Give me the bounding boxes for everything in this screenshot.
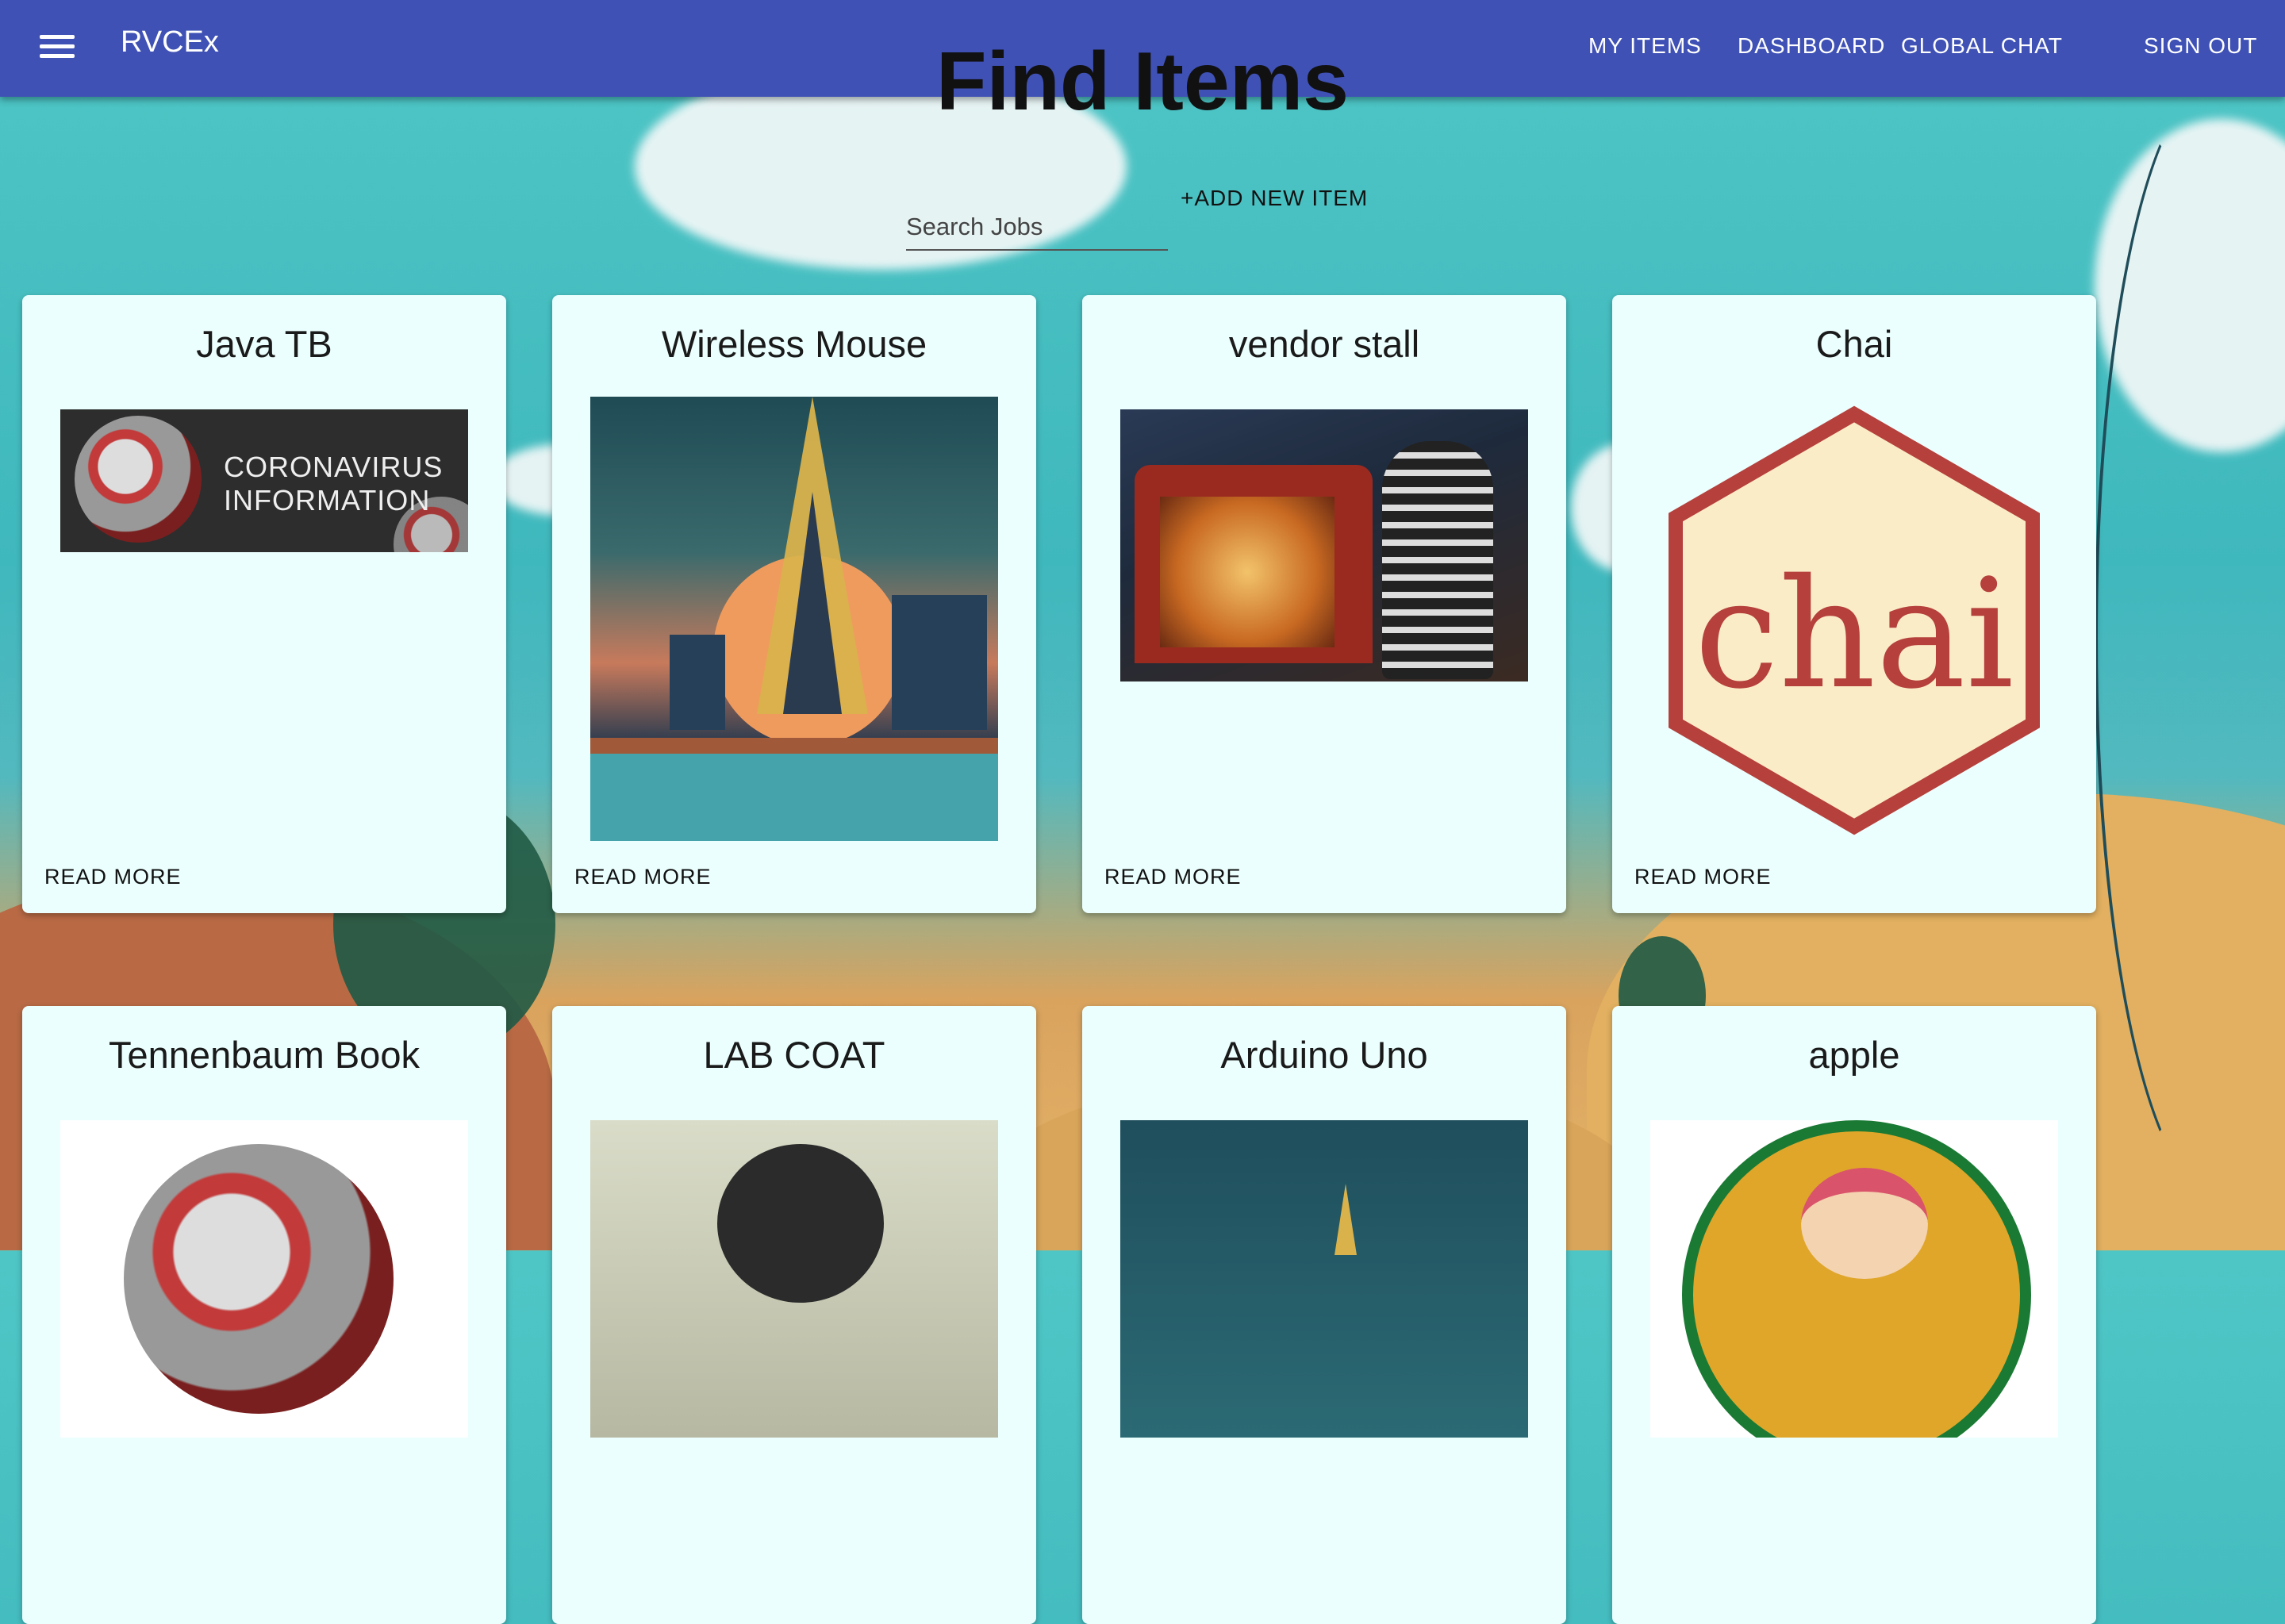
chai-logo-image: chai — [1650, 397, 2058, 841]
lab-coat-image — [590, 1120, 998, 1438]
coronavirus-banner-image: CORONAVIRUS INFORMATION — [60, 409, 468, 552]
virus-image — [60, 1120, 468, 1438]
arduino-image — [1120, 1120, 1528, 1438]
add-new-item-button[interactable]: +ADD NEW ITEM — [1181, 186, 1368, 211]
card-title: Chai — [1815, 323, 1893, 365]
chai-logo-text: chai — [1695, 547, 2014, 722]
read-more-button[interactable]: READ MORE — [574, 865, 712, 889]
card-title: Wireless Mouse — [661, 323, 927, 365]
apple-badge-image — [1650, 1120, 2058, 1438]
item-card-java-tb: Java TB CORONAVIRUS INFORMATION READ MOR… — [22, 295, 506, 913]
card-title: apple — [1808, 1034, 1900, 1076]
read-more-button[interactable]: READ MORE — [44, 865, 182, 889]
card-title: LAB COAT — [703, 1034, 885, 1076]
item-card-lab-coat: LAB COAT — [552, 1006, 1036, 1624]
item-card-wireless-mouse: Wireless Mouse READ MORE — [552, 295, 1036, 913]
item-card-apple: apple — [1612, 1006, 2096, 1624]
card-title: vendor stall — [1228, 323, 1420, 365]
banner-text-line: INFORMATION — [224, 484, 431, 516]
read-more-button[interactable]: READ MORE — [1104, 865, 1242, 889]
banner-text-line: CORONAVIRUS — [224, 451, 444, 483]
search-input[interactable] — [906, 205, 1168, 251]
card-title: Arduino Uno — [1220, 1034, 1428, 1076]
card-title: Java TB — [196, 323, 332, 365]
vendor-stall-image — [1120, 409, 1528, 681]
page-title: Find Items — [935, 36, 1350, 128]
eiffel-tower-image — [590, 397, 998, 841]
item-card-vendor-stall: vendor stall READ MORE — [1082, 295, 1566, 913]
item-card-chai: Chai chai READ MORE — [1612, 295, 2096, 913]
item-card-tennenbaum-book: Tennenbaum Book — [22, 1006, 506, 1624]
read-more-button[interactable]: READ MORE — [1634, 865, 1772, 889]
card-title: Tennenbaum Book — [109, 1034, 420, 1076]
item-card-arduino-uno: Arduino Uno — [1082, 1006, 1566, 1624]
